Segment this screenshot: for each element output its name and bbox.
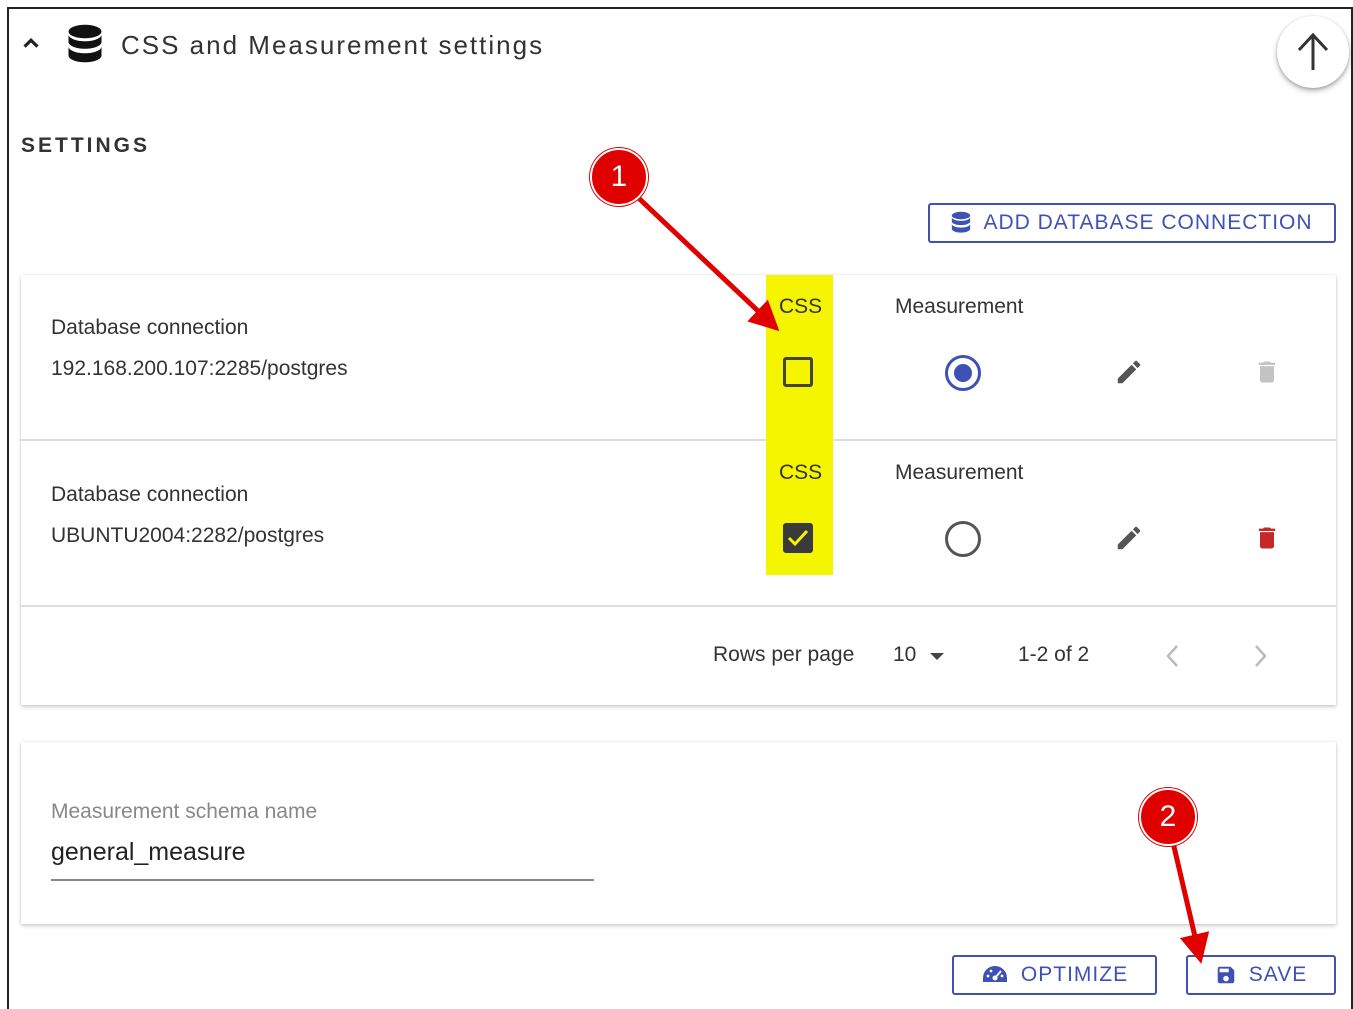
annotation-badge-2: 2: [1139, 788, 1197, 846]
page-title: CSS and Measurement settings: [121, 30, 545, 60]
row-divider: [21, 439, 1336, 441]
schema-card: Measurement schema name general_measure: [21, 742, 1336, 924]
caret-down-icon[interactable]: [928, 650, 946, 662]
save-label: SAVE: [1248, 963, 1308, 986]
measurement-column-label: Measurement: [895, 295, 1024, 318]
connection-label: Database connection: [51, 316, 249, 339]
database-icon: [952, 211, 971, 233]
add-button-label: ADD DATABASE CONNECTION: [983, 211, 1313, 234]
chevron-up-icon[interactable]: [20, 32, 42, 54]
rows-per-page-select[interactable]: 10: [893, 643, 916, 667]
add-database-connection-button[interactable]: ADD DATABASE CONNECTION: [928, 203, 1336, 243]
gauge-icon: [982, 966, 1007, 982]
settings-heading: SETTINGS: [21, 134, 151, 157]
connection-value: 192.168.200.107:2285/postgres: [51, 357, 348, 380]
scroll-top-button[interactable]: [1277, 16, 1349, 88]
checkmark-icon: [787, 529, 809, 547]
measurement-column-label: Measurement: [895, 461, 1024, 484]
save-icon: [1217, 966, 1235, 984]
chevron-left-icon[interactable]: [1163, 643, 1183, 669]
rows-per-page-label: Rows per page: [713, 643, 855, 666]
measurement-radio[interactable]: [945, 355, 981, 391]
css-column-label: CSS: [779, 461, 823, 484]
save-button[interactable]: SAVE: [1186, 955, 1336, 995]
css-checkbox[interactable]: [783, 357, 813, 387]
arrow-up-icon: [1297, 32, 1329, 70]
trash-icon: [1258, 361, 1276, 383]
trash-icon[interactable]: [1253, 522, 1281, 554]
css-checkbox[interactable]: [783, 523, 813, 553]
connection-value: UBUNTU2004:2282/postgres: [51, 524, 325, 547]
input-underline: [51, 879, 594, 881]
pencil-icon[interactable]: [1114, 523, 1144, 553]
row-divider: [21, 605, 1336, 607]
css-column-label: CSS: [779, 295, 823, 318]
optimize-label: OPTIMIZE: [1020, 963, 1129, 986]
connection-label: Database connection: [51, 483, 249, 506]
measurement-radio[interactable]: [945, 521, 981, 557]
pencil-icon[interactable]: [1114, 357, 1144, 387]
schema-name-input[interactable]: general_measure: [51, 838, 246, 867]
schema-name-label: Measurement schema name: [51, 800, 318, 823]
optimize-button[interactable]: OPTIMIZE: [952, 955, 1157, 995]
database-icon: [68, 24, 102, 63]
annotation-badge-1: 1: [590, 148, 648, 206]
chevron-right-icon[interactable]: [1250, 643, 1270, 669]
page-range: 1-2 of 2: [1018, 643, 1090, 666]
